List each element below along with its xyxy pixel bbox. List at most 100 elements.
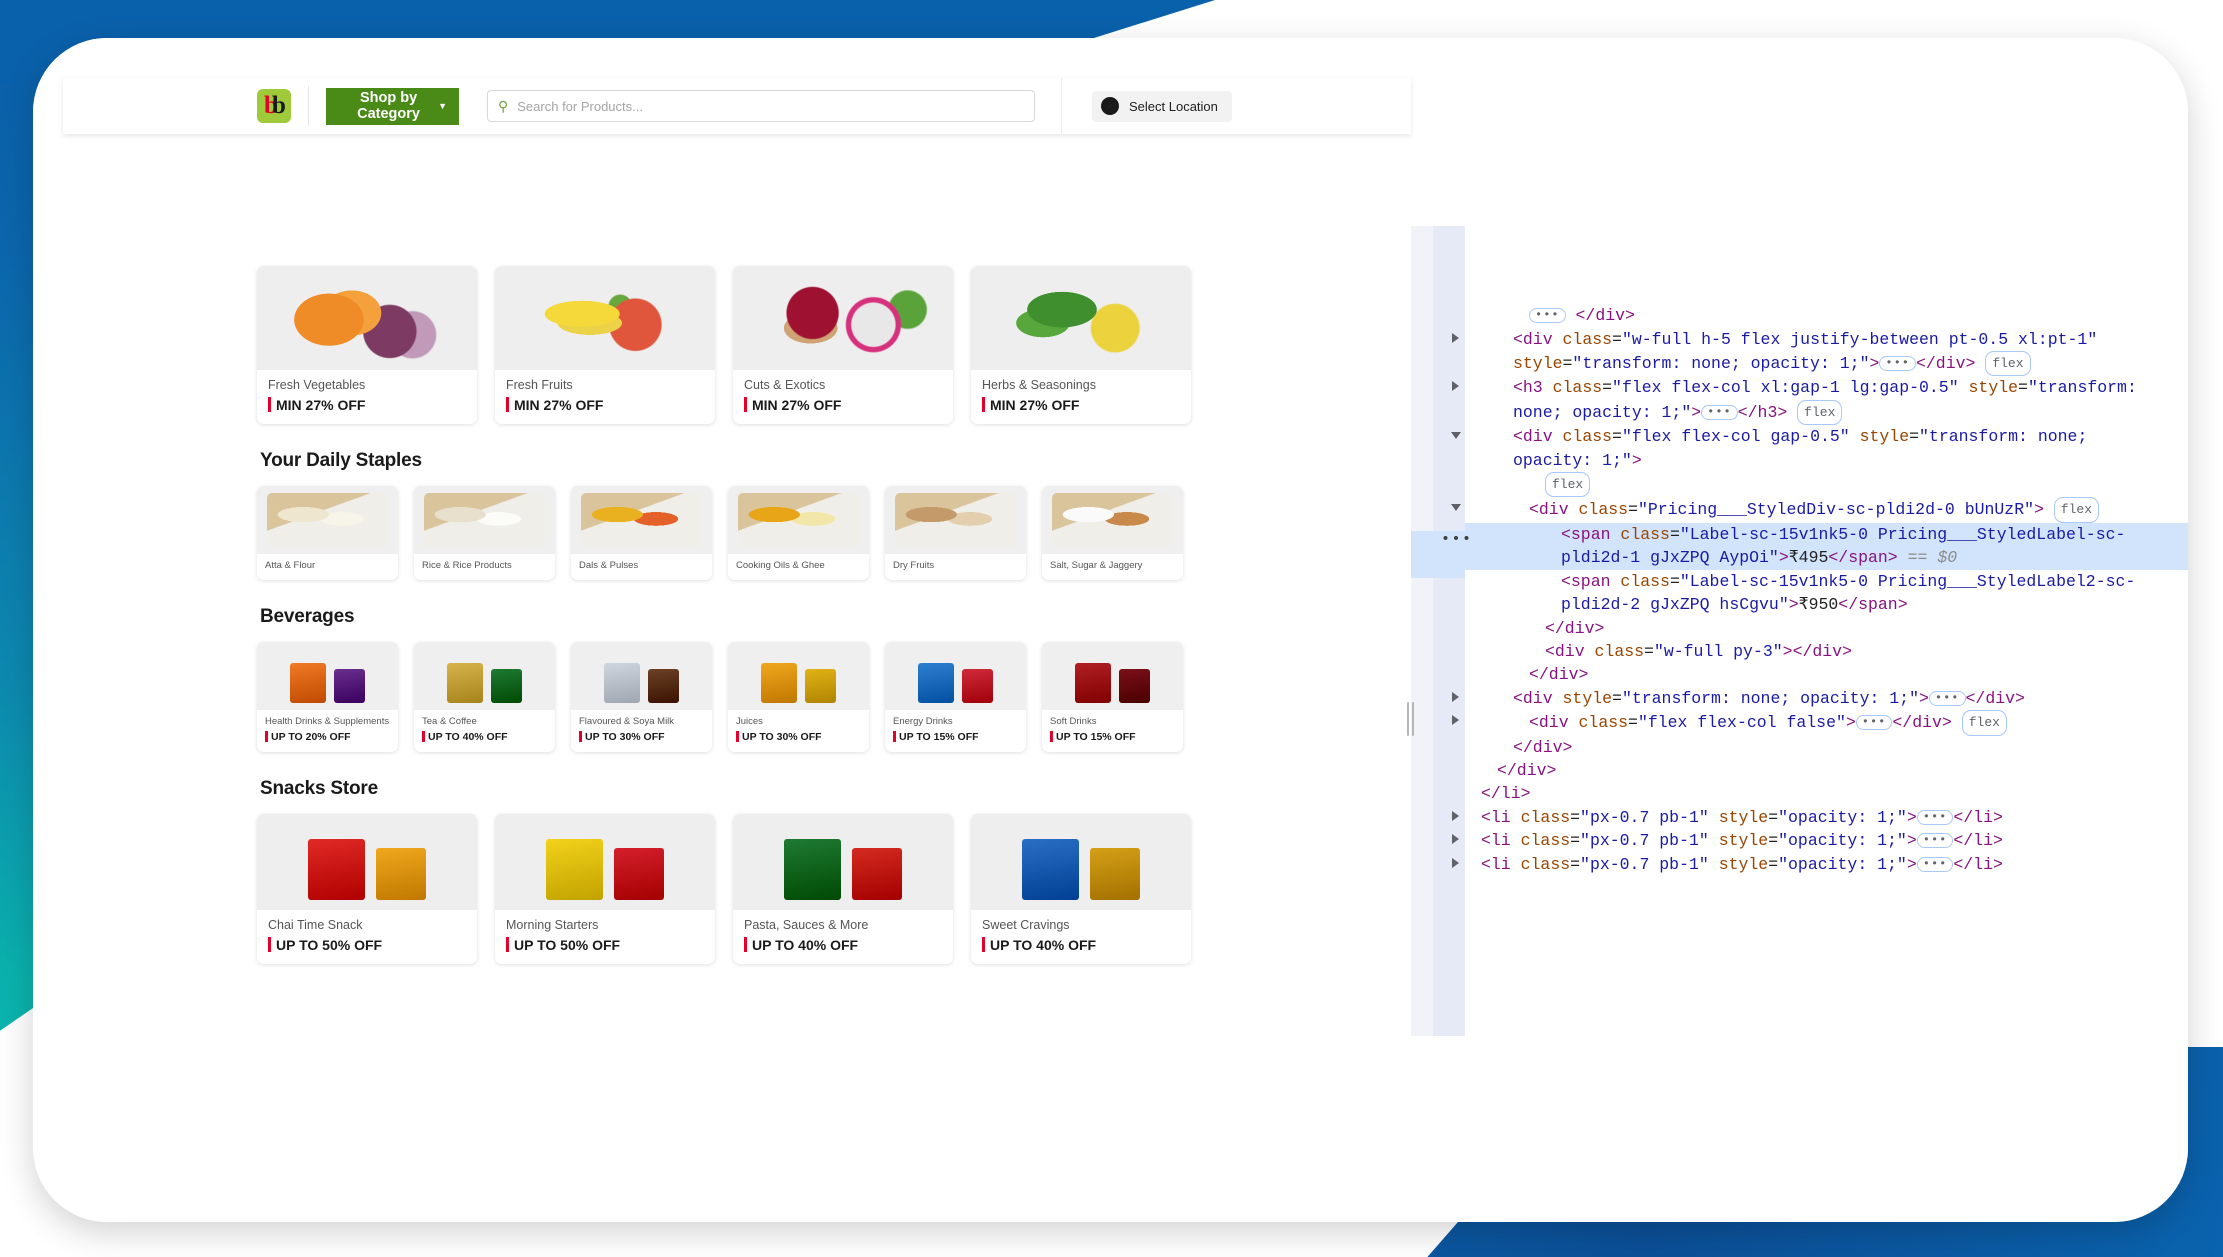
category-card[interactable]: Energy Drinks UP TO 15% OFF [885,642,1026,752]
product-image [737,492,860,548]
expand-triangle-open-icon[interactable] [1451,432,1461,444]
category-card[interactable]: Flavoured & Soya Milk UP TO 30% OFF [571,642,712,752]
category-meta: Health Drinks & Supplements UP TO 20% OFF [257,710,398,752]
category-name: Pasta, Sauces & More [744,918,869,932]
category-card[interactable]: Fresh Fruits MIN 27% OFF [495,266,715,424]
category-card[interactable]: Rice & Rice Products [414,486,555,580]
category-thumbnail [885,486,1026,554]
product-image [267,649,388,704]
devtools-node[interactable]: </div> [1465,617,2188,640]
devtools-node[interactable]: <h3 class="flex flex-col xl:gap-1 lg:gap… [1452,376,2188,426]
product-image [580,492,703,548]
category-thumbnail [414,486,555,554]
category-meta: Cuts & Exotics MIN 27% OFF [733,370,953,424]
category-offer-badge: UP TO 40% OFF [422,731,547,743]
devtools-node[interactable]: </li> [1465,782,2188,805]
category-meta: Rice & Rice Products [414,554,555,580]
category-meta: Cooking Oils & Ghee [728,554,869,580]
devtools-selected-node[interactable]: <span class="Label-sc-15v1nk5-0 Pricing_… [1465,522,2188,570]
product-image [986,824,1175,901]
devtools-node[interactable]: </div> [1465,736,2188,759]
select-location-button[interactable]: Select Location [1092,90,1232,122]
site-content: Fresh Vegetables MIN 27% OFF Fresh Fruits M… [63,226,1411,1036]
category-card[interactable]: Fresh Vegetables MIN 27% OFF [257,266,477,424]
devtools-node[interactable]: <span class="Label-sc-15v1nk5-0 Pricing_… [1465,570,2188,617]
devtools-more-options-icon[interactable]: ••• [1441,531,1473,548]
category-card[interactable]: Cuts & Exotics MIN 27% OFF [733,266,953,424]
category-sections: Fresh Vegetables MIN 27% OFF Fresh Fruits M… [63,266,1411,1036]
devtools-gutter-outer [1411,226,1433,1036]
expand-triangle-open-icon[interactable] [1451,504,1461,516]
product-image [272,276,462,360]
devtools-node[interactable]: <div class="flex flex-col gap-0.5" style… [1451,425,2188,472]
category-card[interactable]: Soft Drinks UP TO 15% OFF [1042,642,1183,752]
category-thumbnail [971,266,1191,370]
category-offer-badge: UP TO 20% OFF [265,731,390,743]
category-card[interactable]: Tea & Coffee UP TO 40% OFF [414,642,555,752]
shop-by-category-button[interactable]: Shop by Category ▼ [326,87,459,125]
product-image [266,492,389,548]
category-card[interactable]: Atta & Flour [257,486,398,580]
expand-triangle-closed-icon[interactable] [1452,810,1459,821]
devtools-node[interactable]: </div> [1465,663,2188,686]
category-meta: Chai Time Snack UP TO 50% OFF [257,910,477,964]
devtools-node[interactable]: <div class="w-full h-5 flex justify-betw… [1452,328,2188,377]
devtools-node[interactable]: <div class="Pricing___StyledDiv-sc-pldi2… [1451,497,2188,523]
search-bar[interactable]: ⚲ [487,90,1035,122]
category-card[interactable]: Sweet Cravings UP TO 40% OFF [971,814,1191,964]
devtools-dom-tree[interactable]: ••• </div> <div class="w-full h-5 flex ju… [1451,226,2188,1036]
devtools-node[interactable]: <li class="px-0.7 pb-1" style="opacity: … [1452,829,2188,852]
expand-triangle-closed-icon[interactable] [1452,332,1459,343]
devtools-resize-handle[interactable] [1404,698,1417,740]
devtools-node[interactable]: flex [1465,472,2188,498]
devtools-node[interactable]: ••• </div> [1465,304,2188,327]
category-card[interactable]: Dals & Pulses [571,486,712,580]
category-card[interactable]: Pasta, Sauces & More UP TO 40% OFF [733,814,953,964]
section-title-snacks-store: Snacks Store [260,778,378,799]
grip-line [1412,702,1414,736]
category-offer-badge: MIN 27% OFF [268,397,466,413]
category-offer-badge: UP TO 50% OFF [268,937,466,953]
expand-triangle-closed-icon[interactable] [1452,857,1459,868]
product-image [424,649,545,704]
category-name: Cooking Oils & Ghee [736,560,825,571]
devtools-node[interactable]: <li class="px-0.7 pb-1" style="opacity: … [1452,806,2188,829]
category-row-top-categories: Fresh Vegetables MIN 27% OFF Fresh Fruits M… [257,266,1411,424]
devtools-node[interactable]: </div> [1465,759,2188,782]
product-image [738,649,859,704]
product-image [986,276,1176,360]
category-card[interactable]: Morning Starters UP TO 50% OFF [495,814,715,964]
category-card[interactable]: Salt, Sugar & Jaggery [1042,486,1183,580]
category-card[interactable]: Health Drinks & Supplements UP TO 20% OFF [257,642,398,752]
category-name: Dals & Pulses [579,560,639,571]
category-meta: Fresh Vegetables MIN 27% OFF [257,370,477,424]
category-name: Fresh Vegetables [268,378,366,392]
category-name: Sweet Cravings [982,918,1070,932]
category-meta: Tea & Coffee UP TO 40% OFF [414,710,555,752]
expand-triangle-closed-icon[interactable] [1452,715,1459,726]
category-card[interactable]: Chai Time Snack UP TO 50% OFF [257,814,477,964]
category-meta: Atta & Flour [257,554,398,580]
product-image [510,276,700,360]
devtools-node[interactable]: <div style="transform: none; opacity: 1;… [1452,687,2188,710]
category-card[interactable]: Juices UP TO 30% OFF [728,642,869,752]
expand-triangle-closed-icon[interactable] [1452,691,1459,702]
category-card[interactable]: Dry Fruits [885,486,1026,580]
product-image [1052,649,1173,704]
category-meta: Soft Drinks UP TO 15% OFF [1042,710,1183,752]
category-name: Juices [736,716,763,727]
category-thumbnail [733,814,953,910]
category-card[interactable]: Cooking Oils & Ghee [728,486,869,580]
expand-triangle-closed-icon[interactable] [1452,381,1459,392]
category-name: Morning Starters [506,918,599,932]
devtools-node[interactable]: <div class="w-full py-3"></div> [1465,640,2188,663]
devtools-node[interactable]: <li class="px-0.7 pb-1" style="opacity: … [1452,853,2188,876]
search-input[interactable] [517,98,1024,114]
bigbasket-logo[interactable]: b b [257,89,291,123]
category-thumbnail [257,814,477,910]
product-image [1051,492,1174,548]
expand-triangle-closed-icon[interactable] [1452,834,1459,845]
category-name: Tea & Coffee [422,716,477,727]
category-card[interactable]: Herbs & Seasonings MIN 27% OFF [971,266,1191,424]
devtools-node[interactable]: <div class="flex flex-col false"> ••• </di… [1452,710,2188,736]
